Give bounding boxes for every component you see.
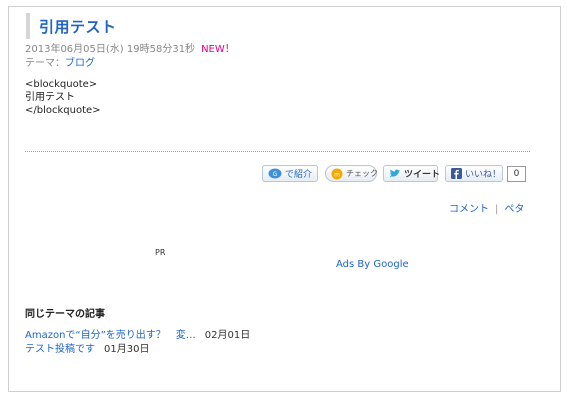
ads-by-google-link[interactable]: Ads By Google	[336, 259, 409, 270]
shokai-button[interactable]: G で紹介	[262, 165, 318, 182]
related-article-date: 02月01日	[204, 330, 251, 341]
svg-text:m: m	[334, 171, 340, 178]
related-article-link[interactable]: テスト投稿です	[25, 343, 95, 357]
entry-divider	[25, 151, 530, 152]
body-line: <blockquote>	[25, 79, 98, 90]
list-item: テスト投稿です 01月30日	[25, 343, 250, 357]
entry-date-line: 2013年06月05日(水) 19時58分31秒 NEW！	[25, 43, 235, 57]
entry-meta: 2013年06月05日(水) 19時58分31秒 NEW！ テーマ：ブログ	[25, 43, 235, 71]
shokai-label: で紹介	[285, 170, 313, 180]
entry-theme-line: テーマ：ブログ	[25, 57, 235, 71]
related-article-date: 01月30日	[104, 344, 150, 355]
share-icon: G	[268, 168, 282, 179]
facebook-icon	[451, 168, 462, 179]
like-button[interactable]: いいね！	[445, 165, 503, 182]
list-item: Amazonで“自分”を売り出す？ 変… 02月01日	[25, 329, 250, 343]
related-article-link[interactable]: Amazonで“自分”を売り出す？ 変…	[25, 329, 196, 343]
like-label: いいね！	[465, 170, 502, 180]
entry-body: <blockquote> 引用テスト </blockquote>	[25, 78, 101, 117]
theme-prefix: テーマ：	[25, 58, 65, 69]
check-icon: m	[331, 168, 343, 180]
check-button[interactable]: m チェック	[325, 165, 378, 182]
like-count: 0	[507, 166, 526, 182]
entry-title-row: 引用テスト	[26, 13, 117, 39]
entry-datetime: 2013年06月05日(水) 19時58分31秒	[25, 44, 196, 55]
body-line: </blockquote>	[25, 105, 101, 116]
check-label: チェック	[346, 169, 378, 178]
pr-label: PR	[155, 248, 166, 257]
tweet-button[interactable]: ツイート	[383, 165, 441, 182]
theme-link[interactable]: ブログ	[65, 58, 95, 69]
svg-text:G: G	[273, 171, 278, 178]
related-list: Amazonで“自分”を売り出す？ 変… 02月01日 テスト投稿です 01月3…	[25, 329, 250, 357]
new-badge: NEW！	[201, 44, 235, 55]
entry-actions: コメント | ペタ	[449, 200, 524, 215]
peta-link[interactable]: ペタ	[504, 204, 524, 215]
entry-title[interactable]: 引用テスト	[39, 16, 117, 37]
body-line: 引用テスト	[25, 92, 75, 103]
action-separator: |	[495, 204, 499, 215]
tweet-label: ツイート	[404, 170, 441, 180]
related-heading: 同じテーマの記事	[25, 309, 105, 320]
comment-link[interactable]: コメント	[449, 204, 489, 215]
twitter-bird-icon	[389, 169, 401, 179]
